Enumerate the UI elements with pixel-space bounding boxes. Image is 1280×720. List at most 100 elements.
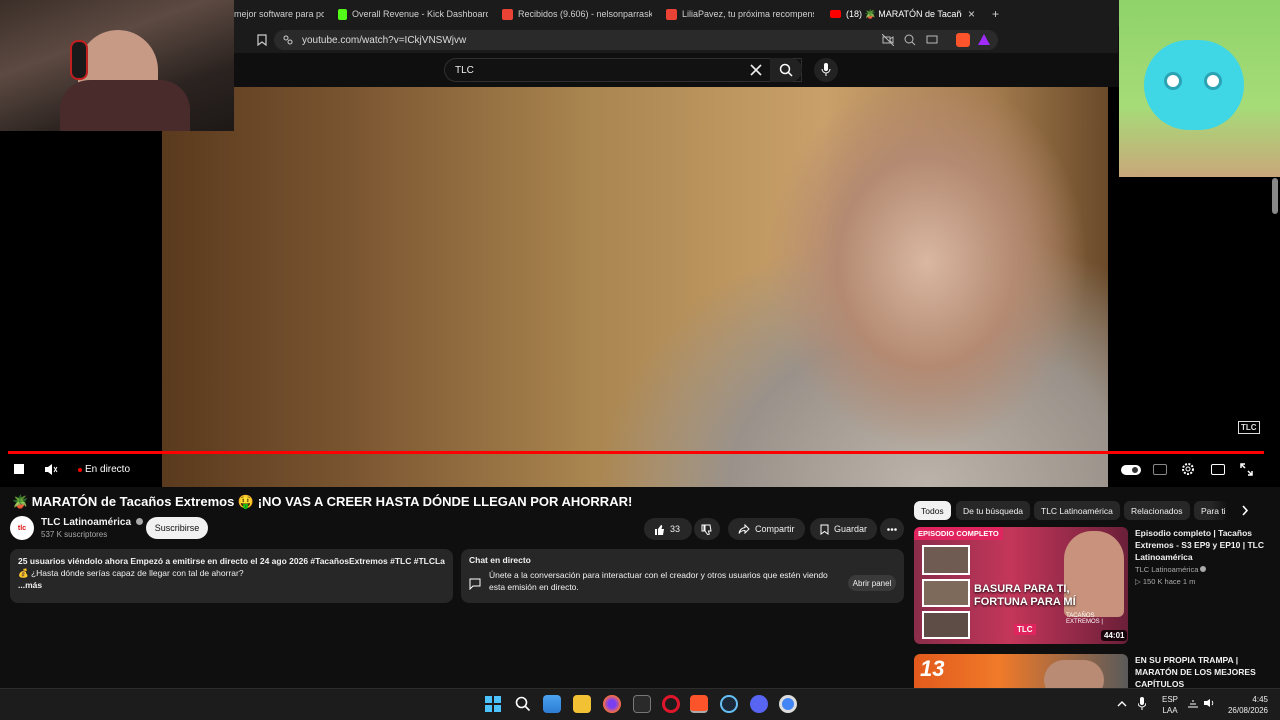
channel-avatar[interactable]: tlc bbox=[10, 516, 34, 540]
recommended-channel[interactable]: TLC Latinoamérica bbox=[1135, 565, 1207, 574]
cat-eye bbox=[1204, 72, 1222, 90]
steam-icon[interactable] bbox=[720, 695, 738, 713]
video-thumbnail[interactable]: EPISODIO COMPLETO BASURA PARA TI, FORTUN… bbox=[914, 527, 1128, 644]
new-tab-button[interactable]: + bbox=[992, 4, 1002, 24]
kick-icon bbox=[338, 8, 347, 20]
search-input[interactable]: TLC bbox=[444, 58, 802, 82]
fullscreen-icon[interactable] bbox=[1240, 463, 1253, 476]
brave-icon[interactable] bbox=[690, 695, 708, 713]
volume-icon[interactable] bbox=[1203, 698, 1215, 708]
epic-games-icon[interactable] bbox=[633, 695, 651, 713]
share-button[interactable]: Compartir bbox=[728, 518, 805, 540]
theater-mode-icon[interactable] bbox=[1211, 464, 1225, 475]
page-scrollbar[interactable] bbox=[1272, 178, 1278, 214]
live-indicator[interactable]: En directo bbox=[78, 464, 130, 475]
browser-tab-active[interactable]: (18) 🪴 MARATÓN de Tacaño bbox=[830, 4, 962, 24]
file-explorer-icon[interactable] bbox=[573, 695, 591, 713]
brave-shields-icon[interactable] bbox=[956, 33, 970, 47]
subscriber-count: 537 K suscriptores bbox=[41, 530, 108, 539]
windows-start-icon[interactable] bbox=[485, 696, 501, 712]
youtube-icon bbox=[830, 10, 841, 18]
description-text: 💰 ¿Hasta dónde serías capaz de llegar co… bbox=[18, 568, 244, 578]
brave-rewards-icon[interactable] bbox=[978, 34, 990, 45]
zoom-icon[interactable] bbox=[904, 34, 916, 46]
chevron-right-icon[interactable] bbox=[1241, 505, 1249, 516]
thumbnail-headline: BASURA PARA TI, FORTUNA PARA MÍ bbox=[974, 583, 1076, 609]
recommended-video-title[interactable]: EN SU PROPIA TRAMPA | MARATÓN DE LOS MEJ… bbox=[1135, 654, 1265, 690]
subscribe-button[interactable]: Suscribirse bbox=[146, 517, 208, 539]
thumbs-up-icon bbox=[655, 524, 664, 535]
thumbnail-photo bbox=[922, 579, 970, 607]
discord-icon[interactable] bbox=[750, 695, 768, 713]
video-frame[interactable] bbox=[162, 87, 1108, 487]
tab-label: LiliaPavez, tu próxima recompensa d bbox=[682, 9, 814, 19]
chip-todos[interactable]: Todos bbox=[914, 501, 951, 520]
more-horizontal-icon bbox=[887, 527, 897, 531]
verified-icon bbox=[1200, 566, 1207, 572]
chrome-icon[interactable] bbox=[779, 695, 797, 713]
live-dot-icon bbox=[78, 467, 82, 472]
voice-search-button[interactable] bbox=[814, 58, 838, 82]
browser-tab[interactable]: Recibidos (9.606) - nelsonparrasktt1( bbox=[502, 4, 652, 24]
site-info-icon[interactable] bbox=[283, 35, 293, 45]
animated-cat-overlay bbox=[1119, 0, 1280, 177]
channel-name-text[interactable]: TLC Latinoamérica bbox=[41, 517, 131, 528]
recommended-video-title[interactable]: Episodio completo | Tacaños Extremos - S… bbox=[1135, 527, 1265, 563]
chevron-up-icon[interactable] bbox=[1117, 700, 1127, 707]
network-icon[interactable] bbox=[1187, 698, 1199, 708]
description-box[interactable]: 25 usuarios viéndolo ahora Empezó a emit… bbox=[10, 549, 453, 603]
live-viewers-icon: ▷ bbox=[1135, 577, 1143, 586]
firefox-icon[interactable] bbox=[603, 695, 621, 713]
thumbnail-badge: EPISODIO COMPLETO bbox=[914, 527, 1003, 540]
subtitles-icon[interactable] bbox=[1153, 464, 1167, 475]
search-button[interactable] bbox=[770, 58, 802, 82]
more-actions-button[interactable] bbox=[880, 518, 904, 540]
live-label: En directo bbox=[85, 464, 131, 475]
like-button[interactable]: 33 bbox=[644, 518, 692, 540]
recommended-channel-name[interactable]: TLC Latinoamérica bbox=[1135, 565, 1198, 574]
chip-relacionados[interactable]: Relacionados bbox=[1124, 501, 1190, 520]
language-indicator[interactable]: ESP LAA bbox=[1162, 694, 1178, 716]
opera-icon[interactable] bbox=[662, 695, 680, 713]
autoplay-toggle[interactable] bbox=[1121, 465, 1141, 475]
share-icon bbox=[738, 524, 750, 534]
dislike-button[interactable] bbox=[694, 518, 720, 540]
clear-search-icon[interactable] bbox=[750, 64, 762, 76]
store-icon[interactable] bbox=[543, 695, 561, 713]
show-more-link[interactable]: ...más bbox=[18, 579, 445, 591]
thumbnail-logo: 13 bbox=[920, 656, 945, 681]
bookmark-icon[interactable] bbox=[257, 34, 267, 46]
cast-icon[interactable] bbox=[926, 34, 938, 46]
channel-watermark: TLC bbox=[1238, 421, 1260, 434]
microphone-tray-icon[interactable] bbox=[1138, 697, 1146, 710]
save-button[interactable]: Guardar bbox=[810, 518, 878, 540]
close-tab-icon[interactable]: × bbox=[968, 4, 978, 24]
camera-off-icon[interactable] bbox=[882, 34, 894, 46]
chip-tlc-latinoamerica[interactable]: TLC Latinoamérica bbox=[1034, 501, 1120, 520]
chip-para-ti[interactable]: Para ti bbox=[1194, 501, 1228, 520]
search-input-value[interactable]: TLC bbox=[455, 65, 474, 76]
toggle-knob bbox=[1132, 467, 1138, 473]
video-title: 🪴 MARATÓN de Tacaños Extremos 🤑 ¡NO VAS … bbox=[12, 494, 633, 509]
thumbnail-photo bbox=[922, 611, 970, 639]
clock[interactable]: 4:45 26/08/2026 bbox=[1222, 694, 1268, 716]
thumbs-down-icon bbox=[701, 524, 712, 535]
tab-label: Overall Revenue - Kick Dashboard bbox=[352, 9, 488, 19]
browser-tab[interactable]: mejor software para po bbox=[234, 4, 324, 24]
open-chat-button[interactable]: Abrir panel bbox=[848, 575, 896, 591]
gmail-icon bbox=[502, 8, 513, 20]
thumbnail-headline-line: FORTUNA PARA MÍ bbox=[974, 596, 1076, 608]
stop-icon[interactable] bbox=[14, 464, 24, 474]
chip-de-tu-busqueda[interactable]: De tu búsqueda bbox=[956, 501, 1031, 520]
browser-tab[interactable]: Overall Revenue - Kick Dashboard bbox=[338, 4, 488, 24]
video-thumbnail[interactable]: 13 bbox=[914, 654, 1128, 688]
live-progress-bar[interactable] bbox=[8, 451, 1264, 454]
keyboard-layout: LAA bbox=[1162, 706, 1178, 715]
like-count: 33 bbox=[670, 524, 681, 534]
browser-tab[interactable]: LiliaPavez, tu próxima recompensa d bbox=[666, 4, 814, 24]
mute-icon[interactable] bbox=[44, 463, 58, 476]
settings-gear-icon[interactable] bbox=[1181, 462, 1195, 476]
url-text[interactable]: youtube.com/watch?v=ICkjVNSWjvw bbox=[302, 35, 466, 46]
channel-name[interactable]: TLC Latinoamérica bbox=[41, 517, 143, 528]
search-icon[interactable] bbox=[515, 696, 531, 712]
